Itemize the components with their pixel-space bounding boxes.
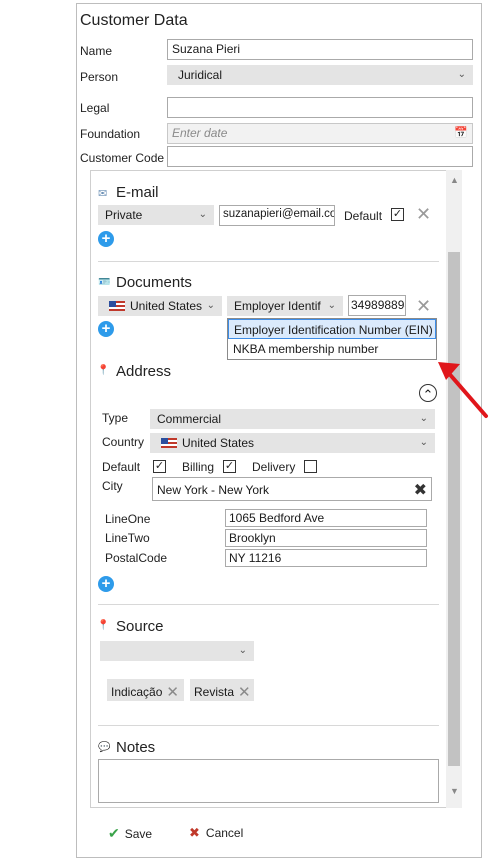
postal-code-field[interactable]: NY 11216 xyxy=(225,549,427,567)
us-flag-icon xyxy=(161,438,177,448)
postal-code-label: PostalCode xyxy=(105,551,168,565)
remove-email-icon[interactable]: ✕ xyxy=(416,205,431,223)
add-document-button[interactable]: + xyxy=(98,321,114,337)
dropdown-option-ein[interactable]: Employer Identification Number (EIN) xyxy=(228,319,436,339)
line-one-field[interactable]: 1065 Bedford Ave xyxy=(225,509,427,527)
email-default-checkbox[interactable]: ✓ xyxy=(391,208,404,221)
billing-checkbox[interactable]: ✓ xyxy=(223,460,236,473)
cancel-button-label: Cancel xyxy=(205,826,244,840)
document-type-select[interactable]: Employer Identif ⌄ xyxy=(227,296,343,316)
annotation-arrow-icon xyxy=(438,362,488,418)
foundation-placeholder: Enter date xyxy=(172,126,228,140)
person-select[interactable]: Juridical ⌄ xyxy=(167,65,473,85)
address-country-value: United States xyxy=(182,436,255,450)
chevron-down-icon: ⌄ xyxy=(198,209,207,220)
divider xyxy=(98,725,439,726)
source-tag-label: Indicação xyxy=(111,685,163,699)
us-flag-icon xyxy=(109,301,125,311)
email-address-field[interactable]: suzanapieri@email.co xyxy=(219,205,335,226)
document-country-select[interactable]: United States ⌄ xyxy=(98,296,222,316)
location-pin-icon: 📍 xyxy=(97,620,110,631)
cancel-button[interactable]: ✖ Cancel xyxy=(189,825,243,841)
location-pin-icon: 📍 xyxy=(97,365,110,376)
remove-document-icon[interactable]: ✕ xyxy=(416,297,431,315)
person-select-value: Juridical xyxy=(178,68,223,82)
email-default-label: Default xyxy=(344,209,383,223)
chevron-down-icon: ⌄ xyxy=(238,645,247,656)
document-type-dropdown: Employer Identification Number (EIN) NKB… xyxy=(227,318,437,360)
chevron-down-icon: ⌄ xyxy=(419,413,428,424)
city-value: New York - New York xyxy=(157,483,270,497)
remove-tag-icon[interactable]: ✕ xyxy=(238,684,251,701)
customer-code-field[interactable] xyxy=(167,146,473,167)
id-card-icon: 🪪 xyxy=(98,277,111,288)
address-default-checkbox[interactable]: ✓ xyxy=(153,460,166,473)
chevron-down-icon: ⌄ xyxy=(206,300,215,311)
scroll-up-icon[interactable]: ▲ xyxy=(450,175,459,185)
person-label: Person xyxy=(80,70,119,84)
address-type-value: Commercial xyxy=(157,412,222,426)
city-field[interactable]: New York - New York ✖ xyxy=(152,477,432,501)
scrollbar-thumb[interactable] xyxy=(448,252,460,766)
chevron-down-icon: ⌄ xyxy=(327,300,336,311)
legal-label: Legal xyxy=(80,101,110,115)
divider xyxy=(98,604,439,605)
line-two-field[interactable]: Brooklyn xyxy=(225,529,427,547)
name-field[interactable]: Suzana Pieri xyxy=(167,39,473,60)
collapse-address-icon[interactable]: ⌃ xyxy=(419,384,437,402)
chevron-down-icon: ⌄ xyxy=(419,437,428,448)
address-default-label: Default xyxy=(102,460,141,474)
billing-label: Billing xyxy=(182,460,215,474)
source-tag-indicacao: Indicação ✕ xyxy=(107,679,184,701)
address-country-label: Country xyxy=(102,435,145,449)
notes-textarea[interactable] xyxy=(98,759,439,803)
email-type-value: Private xyxy=(105,208,143,222)
source-select[interactable]: ⌄ xyxy=(100,641,254,661)
line-one-label: LineOne xyxy=(105,512,151,526)
dropdown-option-nkba[interactable]: NKBA membership number xyxy=(228,339,436,359)
save-button[interactable]: ✔ Save xyxy=(108,825,152,842)
envelope-icon: ✉ xyxy=(98,188,108,200)
add-address-button[interactable]: + xyxy=(98,576,114,592)
address-type-label: Type xyxy=(102,411,129,425)
legal-field[interactable] xyxy=(167,97,473,118)
scroll-down-icon[interactable]: ▼ xyxy=(450,786,459,796)
chevron-down-icon: ⌄ xyxy=(457,69,466,80)
foundation-label: Foundation xyxy=(80,127,141,141)
clear-city-icon[interactable]: ✖ xyxy=(414,480,427,500)
close-icon: ✖ xyxy=(189,825,200,840)
calendar-icon[interactable]: 📅 xyxy=(454,126,468,139)
source-tag-label: Revista xyxy=(194,685,235,699)
delivery-label: Delivery xyxy=(252,460,296,474)
remove-tag-icon[interactable]: ✕ xyxy=(166,684,179,701)
source-section-title: Source xyxy=(116,618,164,635)
notes-section-title: Notes xyxy=(116,739,156,756)
email-type-select[interactable]: Private ⌄ xyxy=(98,205,214,225)
address-type-select[interactable]: Commercial ⌄ xyxy=(150,409,435,429)
source-tag-revista: Revista ✕ xyxy=(190,679,254,701)
document-country-value: United States xyxy=(130,299,203,313)
window-title: Customer Data xyxy=(80,12,188,29)
documents-section-title: Documents xyxy=(116,274,192,291)
add-email-button[interactable]: + xyxy=(98,231,114,247)
address-section-title: Address xyxy=(116,363,172,380)
speech-bubble-icon: 💬 xyxy=(98,742,111,753)
line-two-label: LineTwo xyxy=(105,531,150,545)
name-label: Name xyxy=(80,44,113,58)
email-section-title: E-mail xyxy=(116,184,159,201)
delivery-checkbox[interactable] xyxy=(304,460,317,473)
document-type-value: Employer Identif xyxy=(234,299,321,313)
foundation-date-field[interactable]: Enter date 📅 xyxy=(167,123,473,144)
checkmark-icon: ✔ xyxy=(108,825,120,841)
divider xyxy=(98,261,439,262)
address-country-select[interactable]: United States ⌄ xyxy=(150,433,435,453)
document-number-field[interactable]: 349898898 xyxy=(348,295,406,316)
save-button-label: Save xyxy=(124,827,153,841)
customer-code-label: Customer Code xyxy=(80,151,165,165)
city-label: City xyxy=(102,479,123,493)
